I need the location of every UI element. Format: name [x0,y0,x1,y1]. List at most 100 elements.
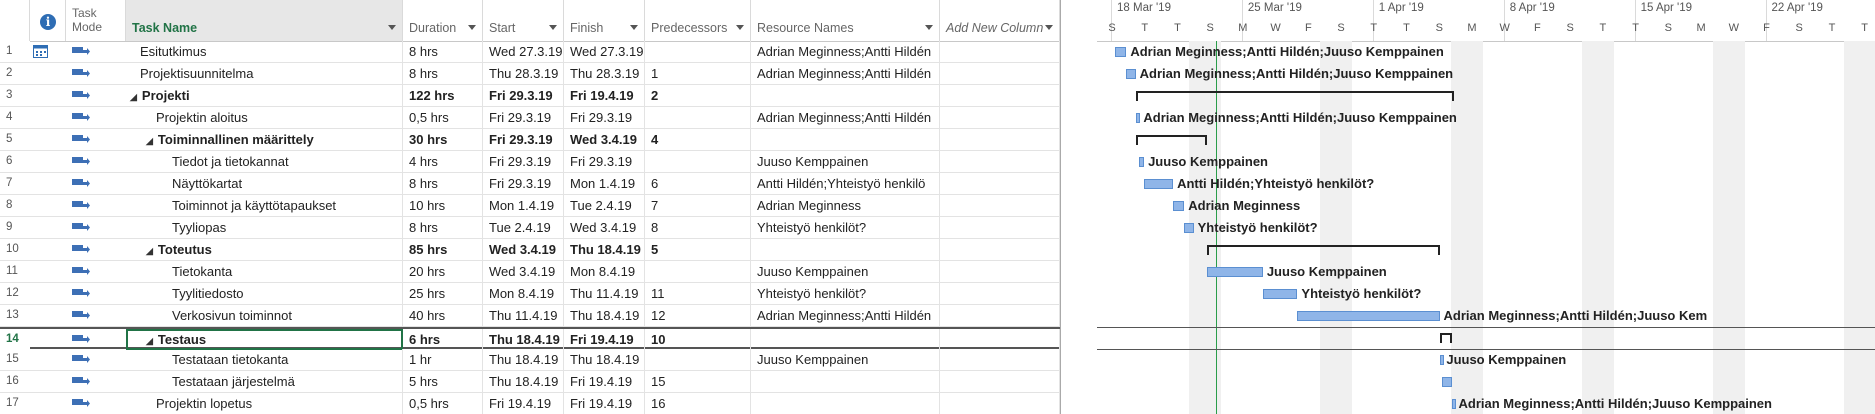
task-bar[interactable] [1184,223,1194,233]
row-number[interactable]: 7 [0,173,30,194]
collapse-triangle-icon[interactable]: ◢ [146,336,153,346]
table-row[interactable]: 9 Tyyliopas 8 hrs Tue 2.4.19 Wed 3.4.19 8 Yhte… [0,217,1060,239]
finish-cell[interactable]: Tue 2.4.19 [564,195,645,216]
row-number[interactable]: 2 [0,63,30,84]
duration-cell[interactable]: 25 hrs [403,283,483,304]
chevron-down-icon[interactable] [1045,25,1053,30]
duration-cell[interactable]: 30 hrs [403,129,483,150]
chevron-down-icon[interactable] [468,25,476,30]
new-column-cell[interactable] [940,151,1060,172]
task-name-cell[interactable]: Tyylitiedosto [126,283,403,304]
new-column-cell[interactable] [940,305,1060,326]
duration-cell[interactable]: 0,5 hrs [403,107,483,128]
row-number[interactable]: 13 [0,305,30,326]
new-column-cell[interactable] [940,85,1060,106]
start-cell[interactable]: Fri 19.4.19 [483,393,564,414]
finish-cell[interactable]: Fri 29.3.19 [564,151,645,172]
resources-cell[interactable] [751,329,940,350]
start-cell[interactable]: Wed 27.3.19 [483,41,564,62]
finish-cell[interactable]: Thu 18.4.19 [564,305,645,326]
task-name-cell[interactable]: Näyttökartat [126,173,403,194]
task-name-cell[interactable]: Testataan järjestelmä [126,371,403,392]
resources-cell[interactable]: Adrian Meginness;Antti Hildén [751,63,940,84]
table-row[interactable]: 11 Tietokanta 20 hrs Wed 3.4.19 Mon 8.4.19 Ju… [0,261,1060,283]
task-name-column-header[interactable]: Task Name [126,0,403,41]
task-name-cell[interactable]: Tietokanta [126,261,403,282]
start-cell[interactable]: Thu 18.4.19 [483,349,564,370]
resources-cell[interactable]: Adrian Meginness;Antti Hildén [751,41,940,62]
row-number[interactable]: 17 [0,393,30,414]
finish-cell[interactable]: Wed 3.4.19 [564,129,645,150]
table-row[interactable]: 10 ◢ Toteutus 85 hrs Wed 3.4.19 Thu 18.4.19 5 [0,239,1060,261]
pred-cell[interactable] [645,41,751,62]
task-bar[interactable] [1451,399,1456,409]
resource-names-column-header[interactable]: Resource Names [751,0,940,41]
duration-cell[interactable]: 5 hrs [403,371,483,392]
duration-cell[interactable]: 0,5 hrs [403,393,483,414]
pred-cell[interactable]: 4 [645,129,751,150]
task-name-cell[interactable]: Tyyliopas [126,217,403,238]
start-cell[interactable]: Thu 18.4.19 [483,371,564,392]
row-number[interactable]: 12 [0,283,30,304]
task-bar[interactable] [1297,311,1440,321]
new-column-cell[interactable] [940,371,1060,392]
table-row[interactable]: 4 Projektin aloitus 0,5 hrs Fri 29.3.19 Fri … [0,107,1060,129]
resources-cell[interactable]: Yhteistyö henkilöt? [751,283,940,304]
start-cell[interactable]: Wed 3.4.19 [483,239,564,260]
duration-cell[interactable]: 122 hrs [403,85,483,106]
start-cell[interactable]: Fri 29.3.19 [483,129,564,150]
new-column-cell[interactable] [940,129,1060,150]
finish-cell[interactable]: Thu 18.4.19 [564,239,645,260]
pred-cell[interactable] [645,261,751,282]
finish-cell[interactable]: Fri 19.4.19 [564,371,645,392]
row-number[interactable]: 9 [0,217,30,238]
resources-cell[interactable]: Antti Hildén;Yhteistyö henkilö [751,173,940,194]
duration-cell[interactable]: 6 hrs [403,329,483,350]
row-number[interactable]: 14 [0,329,30,350]
task-name-cell[interactable]: Tiedot ja tietokannat [126,151,403,172]
row-number[interactable]: 11 [0,261,30,282]
row-number[interactable]: 4 [0,107,30,128]
new-column-cell[interactable] [940,63,1060,84]
summary-bar[interactable] [1206,245,1441,247]
start-cell[interactable]: Thu 28.3.19 [483,63,564,84]
start-cell[interactable]: Fri 29.3.19 [483,85,564,106]
duration-cell[interactable]: 8 hrs [403,173,483,194]
task-bar[interactable] [1173,201,1185,211]
finish-cell[interactable]: Fri 19.4.19 [564,329,645,350]
task-bar[interactable] [1144,179,1174,189]
duration-cell[interactable]: 10 hrs [403,195,483,216]
collapse-triangle-icon[interactable]: ◢ [146,246,153,256]
resources-cell[interactable] [751,239,940,260]
table-row[interactable]: 8 Toiminnot ja käyttötapaukset 10 hrs Mon 1… [0,195,1060,217]
start-column-header[interactable]: Start [483,0,564,41]
row-number[interactable]: 10 [0,239,30,260]
task-bar[interactable] [1442,377,1452,387]
resources-cell[interactable]: Adrian Meginness;Antti Hildén [751,305,940,326]
chevron-down-icon[interactable] [736,25,744,30]
resources-cell[interactable]: Adrian Meginness;Antti Hildén [751,107,940,128]
new-column-cell[interactable] [940,329,1060,350]
finish-cell[interactable]: Thu 11.4.19 [564,283,645,304]
finish-cell[interactable]: Thu 18.4.19 [564,349,645,370]
start-cell[interactable]: Fri 29.3.19 [483,107,564,128]
view-divider[interactable] [1060,0,1061,414]
resources-cell[interactable] [751,393,940,414]
start-cell[interactable]: Thu 11.4.19 [483,305,564,326]
duration-column-header[interactable]: Duration [403,0,483,41]
pred-cell[interactable]: 11 [645,283,751,304]
duration-cell[interactable]: 8 hrs [403,63,483,84]
table-row[interactable]: 6 Tiedot ja tietokannat 4 hrs Fri 29.3.19 Fr… [0,151,1060,173]
start-cell[interactable]: Tue 2.4.19 [483,217,564,238]
resources-cell[interactable]: Juuso Kemppainen [751,151,940,172]
pred-cell[interactable]: 12 [645,305,751,326]
row-number[interactable]: 1 [0,41,30,62]
row-number[interactable]: 3 [0,85,30,106]
row-number[interactable]: 16 [0,371,30,392]
pred-cell[interactable]: 15 [645,371,751,392]
finish-cell[interactable]: Wed 3.4.19 [564,217,645,238]
table-row[interactable]: 14 ◢ Testaus 6 hrs Thu 18.4.19 Fri 19.4.19 10 [0,327,1060,350]
duration-cell[interactable]: 4 hrs [403,151,483,172]
start-cell[interactable]: Fri 29.3.19 [483,173,564,194]
resources-cell[interactable] [751,129,940,150]
